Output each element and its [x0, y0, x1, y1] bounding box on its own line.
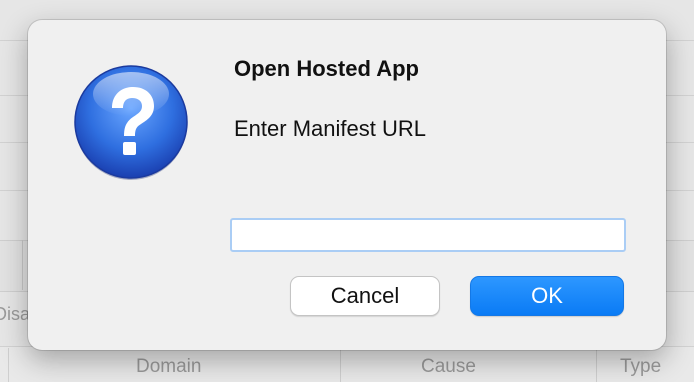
ok-button[interactable]: OK	[470, 276, 624, 316]
background-table-header	[0, 346, 694, 382]
background-toolbar-divider	[22, 240, 23, 290]
question-mark-icon	[72, 64, 190, 182]
dialog-title: Open Hosted App	[234, 56, 419, 81]
column-header-cause[interactable]: Cause	[421, 356, 476, 378]
column-separator	[8, 348, 9, 382]
open-hosted-app-dialog: Open Hosted App Enter Manifest URL Cance…	[28, 20, 666, 350]
manifest-url-input[interactable]	[230, 218, 626, 252]
dialog-message: Enter Manifest URL	[234, 116, 426, 141]
column-header-type[interactable]: Type	[620, 356, 661, 378]
background-partial-label: Disa	[0, 304, 31, 324]
column-separator	[340, 348, 341, 382]
column-header-domain[interactable]: Domain	[136, 356, 201, 378]
cancel-button[interactable]: Cancel	[290, 276, 440, 316]
column-separator	[596, 348, 597, 382]
